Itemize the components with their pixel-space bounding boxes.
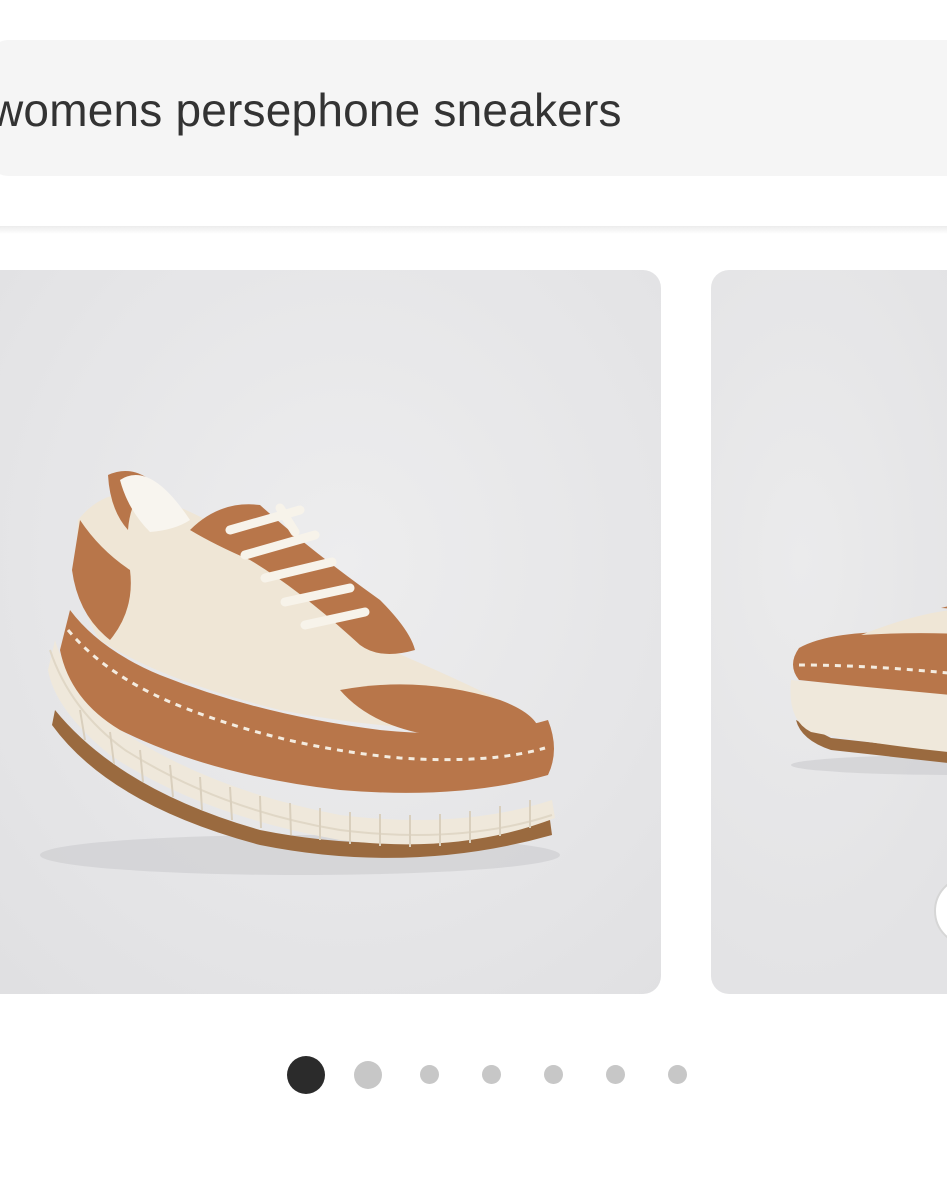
- sneaker-side-illustration: [790, 606, 947, 775]
- product-image-main[interactable]: [0, 270, 661, 994]
- product-image-secondary[interactable]: [711, 270, 947, 994]
- pagination-dot-6[interactable]: [606, 1065, 625, 1084]
- image-carousel[interactable]: [0, 270, 947, 994]
- pagination-dot-7[interactable]: [668, 1065, 687, 1084]
- pagination-dot-2[interactable]: [354, 1061, 382, 1089]
- pagination-dot-3[interactable]: [420, 1065, 439, 1084]
- header-divider: [0, 226, 947, 234]
- product-page: womens persephone sneakers: [0, 0, 947, 1183]
- carousel-pagination: [0, 1056, 947, 1094]
- sneaker-illustration: [40, 471, 560, 875]
- search-query-text[interactable]: womens persephone sneakers: [0, 82, 622, 138]
- pagination-dot-5[interactable]: [544, 1065, 563, 1084]
- pagination-dot-4[interactable]: [482, 1065, 501, 1084]
- pagination-dot-1[interactable]: [287, 1056, 325, 1094]
